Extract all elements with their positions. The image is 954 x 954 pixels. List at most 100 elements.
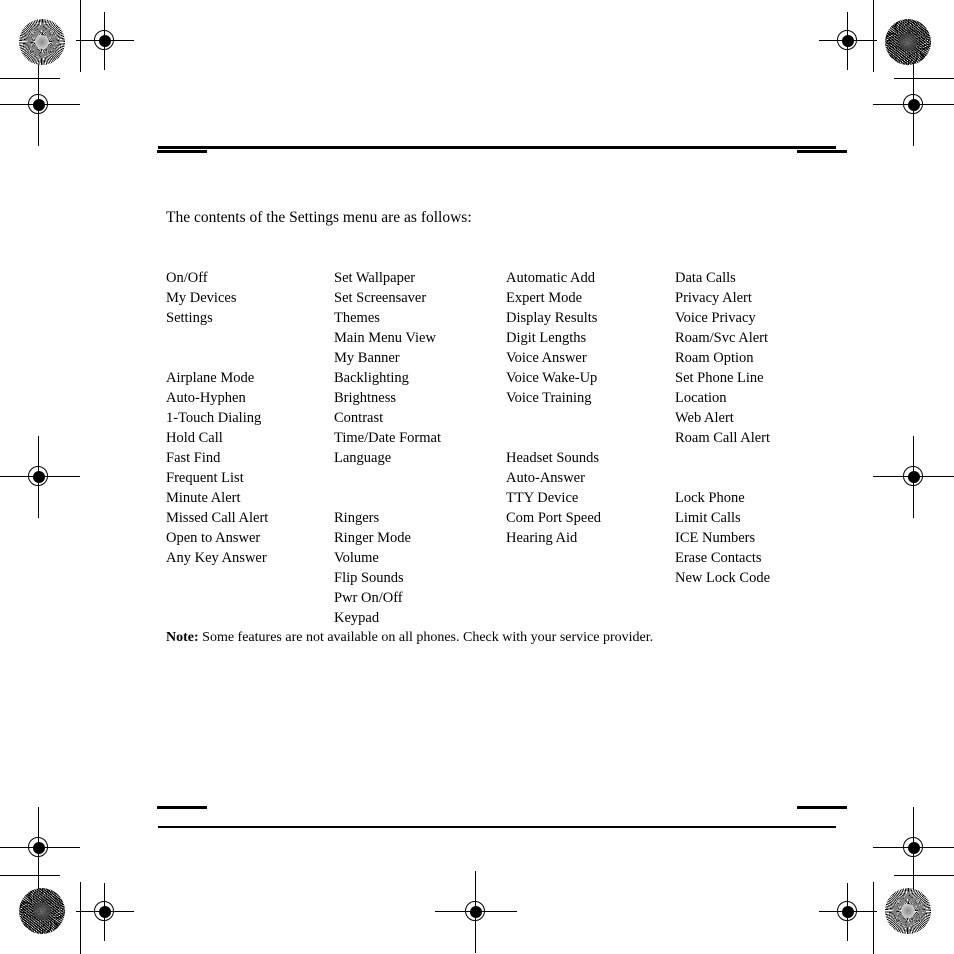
reg-dot	[99, 35, 111, 47]
header-rule	[158, 146, 836, 149]
settings-column-4: Data Calls Privacy Alert Voice Privacy Roam…	[675, 268, 845, 588]
reg-hair-vertical	[847, 883, 848, 941]
menu-entry: Voice Training	[506, 390, 592, 406]
reg-dot	[33, 471, 45, 483]
reg-hair-horizontal	[873, 104, 954, 105]
note-paragraph: Note: Some features are not available on…	[166, 628, 653, 647]
reg-hair-horizontal	[873, 476, 954, 477]
reg-ring	[837, 901, 857, 921]
crop-line-right-bottom-horizontal	[894, 875, 954, 876]
menu-entry: Display Results	[506, 310, 598, 326]
menu-entry: Settings	[166, 310, 213, 326]
menu-entry-spacer	[166, 348, 331, 368]
menu-entry: Hearing Aid	[506, 530, 578, 546]
reg-dot	[33, 99, 45, 111]
menu-entry: On/Off	[166, 270, 208, 286]
crop-line-right-top-horizontal	[894, 78, 954, 79]
menu-entry-spacer	[675, 448, 845, 468]
reg-hair-vertical	[104, 883, 105, 941]
star-target-bottom-right	[885, 888, 931, 934]
reg-ring	[837, 30, 857, 50]
menu-entry-spacer	[334, 488, 499, 508]
menu-entry: Headset Sounds	[506, 450, 600, 466]
settings-column-2: Set Wallpaper Set Screensaver Themes Main M…	[334, 268, 499, 628]
reg-hair-horizontal	[0, 476, 80, 477]
footer-rule	[158, 826, 836, 828]
reg-left-lower	[0, 807, 80, 889]
reg-ring	[903, 466, 923, 486]
reg-hair-vertical	[913, 807, 914, 889]
settings-column-1: On/Off My Devices Settings Airplane Mode Aut…	[166, 268, 331, 568]
reg-hair-horizontal	[0, 104, 80, 105]
menu-entry: My Banner	[334, 350, 400, 366]
menu-entry: Location	[675, 390, 727, 406]
reg-ring	[28, 837, 48, 857]
menu-entry: Automatic Add	[506, 270, 596, 286]
menu-entry: Expert Mode	[506, 290, 583, 306]
page-content: The contents of the Settings menu are as…	[158, 0, 838, 954]
menu-entry: Fast Find	[166, 450, 221, 466]
menu-entry: ICE Numbers	[675, 530, 756, 546]
menu-entry: 1-Touch Dialing	[166, 410, 262, 426]
menu-entry: Set Wallpaper	[334, 270, 416, 286]
reg-right-middle	[873, 436, 954, 518]
reg-hair-vertical	[913, 436, 914, 518]
reg-dot	[33, 842, 45, 854]
menu-entry: Volume	[334, 550, 379, 566]
menu-entry: Time/Date Format	[334, 430, 442, 446]
settings-column-3: Automatic Add Expert Mode Display Results D…	[506, 268, 671, 548]
menu-entry: Language	[334, 450, 392, 466]
reg-hair-vertical	[847, 12, 848, 70]
menu-entry: Flip Sounds	[334, 570, 404, 586]
reg-hair-horizontal	[0, 847, 80, 848]
menu-entry: Auto-Hyphen	[166, 390, 246, 406]
menu-entry: Pwr On/Off	[334, 590, 403, 606]
menu-entry: Roam Call Alert	[675, 430, 771, 446]
menu-entry: Brightness	[334, 390, 397, 406]
reg-ring	[903, 94, 923, 114]
moire-target-core	[885, 19, 931, 65]
note-label: Note:	[166, 630, 199, 645]
crop-line-left-bottom-horizontal	[0, 875, 60, 876]
menu-entry: Lock Phone	[675, 490, 745, 506]
crop-line-left-top-horizontal	[0, 78, 60, 79]
menu-entry: Ringer Mode	[334, 530, 411, 546]
reg-hair-vertical	[38, 436, 39, 518]
menu-entry: Themes	[334, 310, 380, 326]
note-text: Some features are not available on all p…	[202, 630, 654, 645]
menu-entry: My Devices	[166, 290, 237, 306]
reg-top-left	[76, 12, 134, 70]
reg-ring	[94, 901, 114, 921]
star-target-core	[885, 888, 931, 934]
reg-hair-vertical	[38, 64, 39, 146]
menu-entry: Any Key Answer	[166, 550, 267, 566]
crop-line-top-left-vertical	[80, 0, 81, 72]
reg-bottom-left	[76, 883, 134, 941]
intro-paragraph: The contents of the Settings menu are as…	[166, 209, 472, 226]
menu-entry: Set Phone Line	[675, 370, 764, 386]
menu-entry: Main Menu View	[334, 330, 436, 346]
reg-hair-horizontal	[76, 911, 134, 912]
menu-entry: Hold Call	[166, 430, 223, 446]
star-target-top-left	[19, 19, 65, 65]
menu-entry: Missed Call Alert	[166, 510, 269, 526]
moire-target-top-right	[885, 19, 931, 65]
menu-entry: Erase Contacts	[675, 550, 762, 566]
menu-entry: Roam/Svc Alert	[675, 330, 769, 346]
reg-dot	[908, 471, 920, 483]
menu-entry: Airplane Mode	[166, 370, 255, 386]
reg-hair-vertical	[913, 64, 914, 146]
crop-line-bottom-left-vertical	[80, 882, 81, 954]
menu-entry: TTY Device	[506, 490, 579, 506]
menu-entry: Ringers	[334, 510, 380, 526]
reg-dot	[99, 906, 111, 918]
reg-dot	[908, 842, 920, 854]
menu-entry: Privacy Alert	[675, 290, 752, 306]
menu-entry-spacer	[334, 468, 499, 488]
menu-entry: Voice Privacy	[675, 310, 756, 326]
menu-entry: Digit Lengths	[506, 330, 587, 346]
menu-entry: Backlighting	[334, 370, 409, 386]
page-canvas: The contents of the Settings menu are as…	[0, 0, 954, 954]
moire-target-core	[19, 888, 65, 934]
menu-entry-spacer	[506, 408, 671, 428]
